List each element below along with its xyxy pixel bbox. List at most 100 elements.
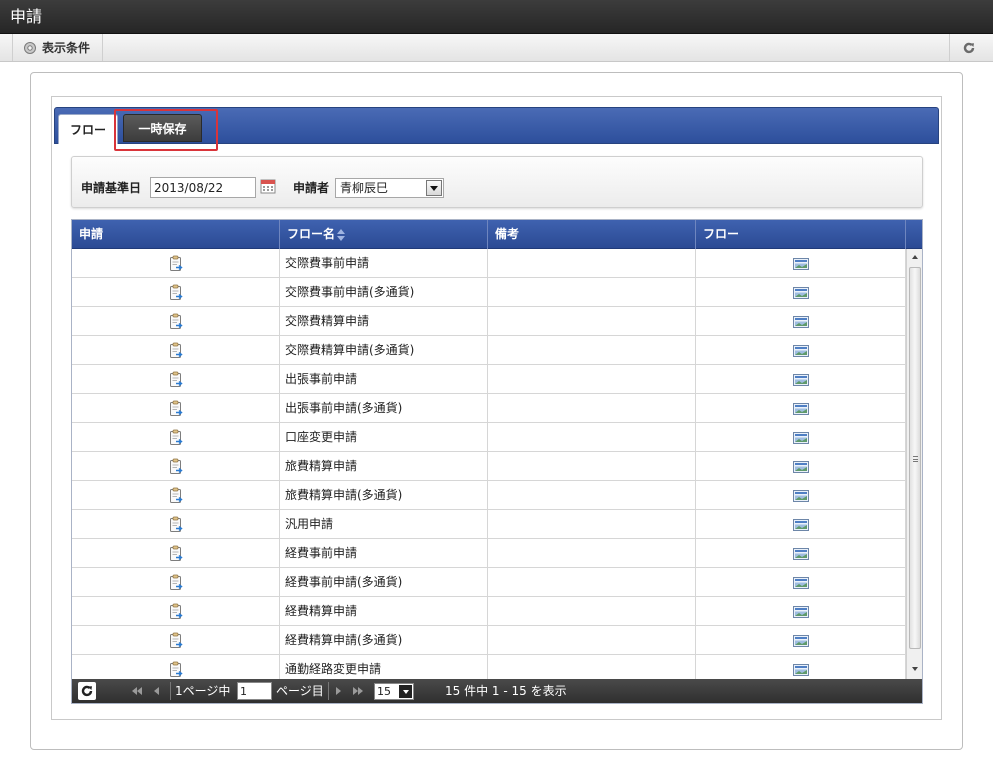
clipboard-icon[interactable] (169, 574, 183, 591)
display-conditions-label: 表示条件 (42, 41, 91, 55)
apply-cell[interactable] (72, 655, 280, 679)
table-row[interactable]: 出張事前申請 (72, 365, 906, 394)
table-row[interactable]: 交際費事前申請(多通貨) (72, 278, 906, 307)
clipboard-icon[interactable] (169, 487, 183, 504)
applicant-select[interactable]: 青柳辰巳 (335, 178, 444, 198)
clipboard-icon[interactable] (169, 603, 183, 620)
flow-diagram-icon[interactable] (792, 663, 809, 676)
flow-grid: 申請 フロー名 備考 フロー 交際費事前申請 交際費事前申請(多通貨) 交際費精… (71, 219, 923, 704)
flow-diagram-icon[interactable] (792, 576, 809, 589)
flow-diagram-icon[interactable] (792, 402, 809, 415)
tab-flow[interactable]: フロー (58, 114, 118, 144)
scroll-up-icon[interactable] (907, 249, 922, 265)
table-row[interactable]: 汎用申請 (72, 510, 906, 539)
table-row[interactable]: 旅費精算申請(多通貨) (72, 481, 906, 510)
flow-diagram-icon[interactable] (792, 286, 809, 299)
table-row[interactable]: 出張事前申請(多通貨) (72, 394, 906, 423)
apply-cell[interactable] (72, 510, 280, 539)
table-row[interactable]: 経費精算申請 (72, 597, 906, 626)
flow-diagram-icon[interactable] (792, 605, 809, 618)
table-row[interactable]: 経費事前申請 (72, 539, 906, 568)
first-page-icon[interactable] (132, 686, 142, 696)
flow-cell[interactable] (696, 568, 906, 597)
clipboard-icon[interactable] (169, 458, 183, 475)
flow-cell[interactable] (696, 452, 906, 481)
apply-cell[interactable] (72, 597, 280, 626)
clipboard-icon[interactable] (169, 284, 183, 301)
flow-cell[interactable] (696, 336, 906, 365)
flow-diagram-icon[interactable] (792, 257, 809, 270)
flow-diagram-icon[interactable] (792, 431, 809, 444)
clipboard-icon[interactable] (169, 545, 183, 562)
apply-cell[interactable] (72, 336, 280, 365)
scroll-down-icon[interactable] (907, 661, 922, 677)
table-row[interactable]: 旅費精算申請 (72, 452, 906, 481)
base-date-input[interactable] (150, 177, 256, 198)
apply-cell[interactable] (72, 626, 280, 655)
apply-cell[interactable] (72, 539, 280, 568)
clipboard-icon[interactable] (169, 632, 183, 649)
clipboard-icon[interactable] (169, 255, 183, 272)
tab-temporary-save[interactable]: 一時保存 (123, 114, 202, 142)
column-header-apply[interactable]: 申請 (72, 220, 280, 249)
flow-cell[interactable] (696, 655, 906, 679)
flow-cell[interactable] (696, 626, 906, 655)
flow-cell[interactable] (696, 307, 906, 336)
clipboard-icon[interactable] (169, 371, 183, 388)
vertical-scrollbar[interactable] (906, 249, 922, 679)
flow-diagram-icon[interactable] (792, 518, 809, 531)
table-row[interactable]: 経費精算申請(多通貨) (72, 626, 906, 655)
flow-diagram-icon[interactable] (792, 460, 809, 473)
display-conditions-button[interactable]: 表示条件 (12, 34, 104, 61)
flow-cell[interactable] (696, 365, 906, 394)
table-row[interactable]: 口座変更申請 (72, 423, 906, 452)
table-row[interactable]: 交際費精算申請 (72, 307, 906, 336)
flow-diagram-icon[interactable] (792, 489, 809, 502)
reload-button[interactable] (949, 34, 987, 61)
apply-cell[interactable] (72, 307, 280, 336)
flow-diagram-icon[interactable] (792, 344, 809, 357)
flow-diagram-icon[interactable] (792, 315, 809, 328)
clipboard-icon[interactable] (169, 342, 183, 359)
table-row[interactable]: 交際費精算申請(多通貨) (72, 336, 906, 365)
flow-diagram-icon[interactable] (792, 634, 809, 647)
last-page-icon[interactable] (353, 686, 363, 696)
apply-cell[interactable] (72, 423, 280, 452)
apply-cell[interactable] (72, 481, 280, 510)
clipboard-icon[interactable] (169, 429, 183, 446)
apply-cell[interactable] (72, 278, 280, 307)
flow-cell[interactable] (696, 510, 906, 539)
clipboard-icon[interactable] (169, 661, 183, 678)
next-page-icon[interactable] (336, 686, 341, 696)
apply-cell[interactable] (72, 394, 280, 423)
apply-cell[interactable] (72, 568, 280, 597)
flow-cell[interactable] (696, 249, 906, 278)
flow-diagram-icon[interactable] (792, 373, 809, 386)
flow-cell[interactable] (696, 394, 906, 423)
scroll-thumb[interactable] (909, 267, 921, 649)
flow-cell[interactable] (696, 481, 906, 510)
pager-refresh-button[interactable] (78, 682, 96, 700)
clipboard-icon[interactable] (169, 313, 183, 330)
table-row[interactable]: 通勤経路変更申請 (72, 655, 906, 679)
column-header-flow[interactable]: フロー (696, 220, 906, 249)
apply-cell[interactable] (72, 365, 280, 394)
apply-cell[interactable] (72, 249, 280, 278)
flow-diagram-icon[interactable] (792, 547, 809, 560)
table-row[interactable]: 経費事前申請(多通貨) (72, 568, 906, 597)
table-row[interactable]: 交際費事前申請 (72, 249, 906, 278)
clipboard-icon[interactable] (169, 516, 183, 533)
flow-cell[interactable] (696, 597, 906, 626)
clipboard-icon[interactable] (169, 400, 183, 417)
calendar-icon[interactable] (260, 178, 276, 194)
prev-page-icon[interactable] (154, 686, 159, 696)
flow-cell[interactable] (696, 423, 906, 452)
apply-cell[interactable] (72, 452, 280, 481)
page-size-select[interactable]: 15 (374, 683, 414, 700)
flow-cell[interactable] (696, 539, 906, 568)
note-cell (488, 394, 696, 423)
flow-cell[interactable] (696, 278, 906, 307)
column-header-note[interactable]: 備考 (488, 220, 696, 249)
page-number-input[interactable] (237, 682, 272, 700)
column-header-flow-name[interactable]: フロー名 (280, 220, 488, 249)
